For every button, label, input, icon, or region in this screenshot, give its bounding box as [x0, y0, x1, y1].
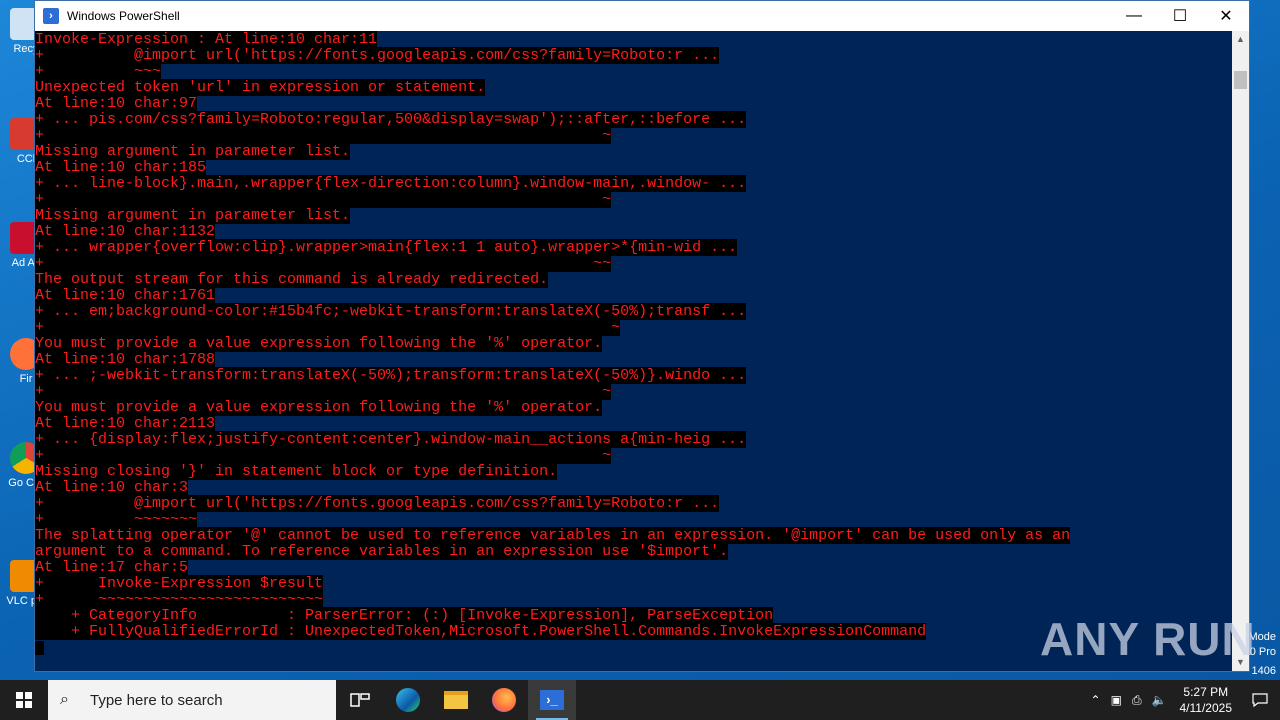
window-title: Windows PowerShell: [67, 9, 180, 23]
folder-icon: [444, 691, 468, 709]
console-line: At line:10 char:185: [35, 159, 207, 176]
system-tray: ⌃ ▣ ⎙ 🔈 5:27 PM 4/11/2025: [1086, 680, 1280, 720]
console-line: Unexpected token 'url' in expression or …: [35, 79, 486, 96]
clock[interactable]: 5:27 PM 4/11/2025: [1172, 684, 1241, 716]
edge-icon: [396, 688, 420, 712]
console-line: You must provide a value expression foll…: [35, 399, 603, 416]
console-line: + ... {display:flex;justify-content:cent…: [35, 431, 747, 448]
console-line: The splatting operator '@' cannot be use…: [35, 527, 1071, 544]
console-line: + ... wrapper{overflow:clip}.wrapper>mai…: [35, 239, 738, 256]
minimize-button[interactable]: —: [1111, 1, 1157, 31]
tray-app-icon[interactable]: ▣: [1106, 693, 1127, 707]
console-line: + @import url('https://fonts.googleapis.…: [35, 47, 720, 64]
console-line: Missing closing '}' in statement block o…: [35, 463, 558, 480]
taskbar-edge-button[interactable]: [384, 680, 432, 720]
taskbar: ⌕ Type here to search ›_ ⌃ ▣ ⎙ 🔈 5:27 PM…: [0, 680, 1280, 720]
console-line: Missing argument in parameter list.: [35, 143, 351, 160]
console-line: + ~~~~~~~: [35, 511, 198, 528]
clock-time: 5:27 PM: [1183, 685, 1229, 699]
console-line: + @import url('https://fonts.googleapis.…: [35, 495, 720, 512]
clock-date: 4/11/2025: [1179, 701, 1233, 715]
console-line: Missing argument in parameter list.: [35, 207, 351, 224]
anyrun-watermark: ANY RUN: [1040, 613, 1256, 665]
console-line: At line:10 char:3: [35, 479, 189, 496]
close-button[interactable]: ✕: [1203, 1, 1249, 31]
console-line: At line:10 char:2113: [35, 415, 216, 432]
console-line: + ~: [35, 447, 612, 464]
scroll-thumb[interactable]: [1234, 71, 1247, 89]
console-line: + Invoke-Expression $result: [35, 575, 324, 592]
windows-logo-icon: [16, 692, 32, 708]
console-line: At line:10 char:1132: [35, 223, 216, 240]
title-bar[interactable]: › Windows PowerShell — ☐ ✕: [35, 1, 1249, 31]
notification-center-icon[interactable]: [1240, 693, 1280, 707]
console-line: Invoke-Expression : At line:10 char:11: [35, 31, 378, 48]
console-line: At line:17 char:5: [35, 559, 189, 576]
vertical-scrollbar[interactable]: ▲ ▼: [1232, 31, 1249, 671]
console-line: + ... pis.com/css?family=Roboto:regular,…: [35, 111, 747, 128]
show-hidden-icons-chevron-icon[interactable]: ⌃: [1086, 693, 1106, 707]
desktop-build-text: 1406: [1251, 665, 1276, 677]
taskbar-powershell-button[interactable]: ›_: [528, 680, 576, 720]
search-placeholder: Type here to search: [90, 691, 223, 709]
console-line: At line:10 char:97: [35, 95, 198, 112]
volume-icon[interactable]: 🔈: [1147, 693, 1172, 707]
console-line: You must provide a value expression foll…: [35, 335, 603, 352]
powershell-window[interactable]: › Windows PowerShell — ☐ ✕ Invoke-Expres…: [34, 0, 1250, 672]
task-view-icon: [350, 693, 370, 707]
console-line: + ~~~: [35, 63, 162, 80]
taskbar-search-box[interactable]: ⌕ Type here to search: [48, 680, 336, 720]
console-line: + ... em;background-color:#15b4fc;-webki…: [35, 303, 747, 320]
console-line: At line:10 char:1761: [35, 287, 216, 304]
maximize-button[interactable]: ☐: [1157, 1, 1203, 31]
taskbar-firefox-button[interactable]: [480, 680, 528, 720]
console-line: + ... line-block}.main,.wrapper{flex-dir…: [35, 175, 747, 192]
powershell-icon: ›_: [540, 690, 564, 710]
console-line: + ~: [35, 319, 621, 336]
console-line: + ~~~~~~~~~~~~~~~~~~~~~~~~~: [35, 591, 324, 608]
console-line: + ~~: [35, 255, 612, 272]
network-icon[interactable]: ⎙: [1127, 693, 1147, 708]
powershell-icon: ›: [43, 8, 59, 24]
firefox-icon: [492, 688, 516, 712]
console-line: + ... ;-webkit-transform:translateX(-50%…: [35, 367, 747, 384]
search-icon: ⌕: [60, 691, 69, 708]
notification-icon: [1252, 693, 1268, 707]
console-line: + ~: [35, 383, 612, 400]
start-button[interactable]: [0, 680, 48, 720]
console-line: + ~: [35, 191, 612, 208]
console-line: argument to a command. To reference vari…: [35, 543, 729, 560]
console-line: The output stream for this command is al…: [35, 271, 549, 288]
scroll-up-arrow-icon[interactable]: ▲: [1232, 31, 1249, 48]
text-cursor: [35, 641, 44, 655]
task-view-button[interactable]: [336, 680, 384, 720]
taskbar-file-explorer-button[interactable]: [432, 680, 480, 720]
console-line: + ~: [35, 127, 612, 144]
console-output[interactable]: Invoke-Expression : At line:10 char:11 + …: [35, 31, 1233, 671]
console-line: At line:10 char:1788: [35, 351, 216, 368]
